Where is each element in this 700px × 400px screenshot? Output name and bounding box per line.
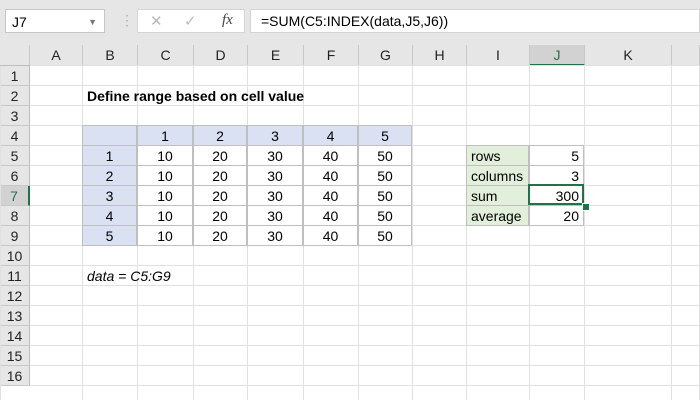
column-header-A[interactable]: A [30, 45, 83, 66]
fx-icon[interactable]: fx [222, 12, 233, 29]
column-header-G[interactable]: G [359, 45, 413, 66]
table-cell[interactable]: 50 [358, 225, 412, 246]
row-header-7[interactable]: 7 [0, 186, 30, 206]
gridline-v [529, 66, 530, 400]
table-cell[interactable]: 10 [137, 225, 193, 246]
select-all-corner[interactable] [0, 45, 30, 66]
gridline-h [30, 65, 700, 66]
column-header-I[interactable]: I [467, 45, 530, 66]
row-header-16[interactable]: 16 [0, 366, 30, 386]
column-header-J[interactable]: J [530, 45, 585, 66]
row-header-3[interactable]: 3 [0, 106, 30, 126]
table-row-header[interactable]: 3 [82, 185, 137, 206]
row-header-6[interactable]: 6 [0, 166, 30, 186]
table-cell[interactable]: 30 [247, 165, 303, 186]
table-col-header[interactable]: 3 [247, 125, 303, 146]
gridline-v [671, 66, 672, 400]
table-cell[interactable]: 40 [303, 165, 358, 186]
table-cell[interactable]: 30 [247, 225, 303, 246]
row-header-14[interactable]: 14 [0, 326, 30, 346]
table-cell[interactable]: 20 [193, 185, 247, 206]
table-row-header[interactable]: 4 [82, 205, 137, 226]
named-range-note: data = C5:G9 [87, 268, 171, 284]
table-cell[interactable]: 30 [247, 185, 303, 206]
table-row-header[interactable]: 5 [82, 225, 137, 246]
row-header-10[interactable]: 10 [0, 246, 30, 266]
table-cell[interactable]: 10 [137, 185, 193, 206]
column-header-B[interactable]: B [83, 45, 138, 66]
table-cell[interactable]: 20 [193, 145, 247, 166]
gridline-v [584, 66, 585, 400]
table-row-header[interactable]: 2 [82, 165, 137, 186]
row-header-5[interactable]: 5 [0, 146, 30, 166]
summary-label[interactable]: columns [466, 165, 529, 186]
table-cell[interactable]: 20 [193, 205, 247, 226]
table-cell[interactable]: 50 [358, 185, 412, 206]
column-header-E[interactable]: E [248, 45, 304, 66]
column-header-H[interactable]: H [413, 45, 467, 66]
table-cell[interactable]: 10 [137, 145, 193, 166]
table-cell[interactable]: 30 [247, 205, 303, 226]
table-cell[interactable]: 40 [303, 145, 358, 166]
column-header-D[interactable]: D [194, 45, 248, 66]
column-header-F[interactable]: F [304, 45, 359, 66]
column-header-blank [672, 45, 700, 66]
summary-value[interactable]: 3 [529, 165, 584, 186]
table-col-header[interactable]: 4 [303, 125, 358, 146]
table-cell[interactable]: 30 [247, 145, 303, 166]
summary-value[interactable]: 20 [529, 205, 584, 226]
formula-buttons: ✕ ✓ fx [137, 9, 245, 33]
chevron-down-icon[interactable]: ▼ [88, 10, 97, 34]
table-cell[interactable]: 20 [193, 165, 247, 186]
row-header-2[interactable]: 2 [0, 86, 30, 106]
summary-label[interactable]: average [466, 205, 529, 226]
row-header-12[interactable]: 12 [0, 286, 30, 306]
row-header-8[interactable]: 8 [0, 206, 30, 226]
row-header-1[interactable]: 1 [0, 66, 30, 86]
drag-handle-icon[interactable]: ⋮ [120, 12, 134, 29]
table-cell[interactable]: 50 [358, 145, 412, 166]
row-header-11[interactable]: 11 [0, 266, 30, 286]
table-cell[interactable]: 20 [193, 225, 247, 246]
gridline-h [30, 305, 700, 306]
table-cell[interactable]: 40 [303, 185, 358, 206]
table-col-header[interactable]: 2 [193, 125, 247, 146]
table-col-header[interactable]: 5 [358, 125, 412, 146]
row-header-15[interactable]: 15 [0, 346, 30, 366]
gridline-v [412, 66, 413, 400]
row-header-9[interactable]: 9 [0, 226, 30, 246]
gridline-h [30, 385, 700, 386]
table-corner[interactable] [82, 125, 137, 146]
gridline-h [30, 325, 700, 326]
toolbar: J7 ▼ ⋮ ✕ ✓ fx =SUM(C5:INDEX(data,J5,J6)) [0, 0, 700, 45]
summary-value[interactable]: 5 [529, 145, 584, 166]
fill-handle[interactable] [582, 203, 590, 211]
gridline-h [30, 365, 700, 366]
table-cell[interactable]: 10 [137, 205, 193, 226]
table-cell[interactable]: 50 [358, 165, 412, 186]
cancel-icon[interactable]: ✕ [150, 12, 163, 30]
row-header-13[interactable]: 13 [0, 306, 30, 326]
table-row-header[interactable]: 1 [82, 145, 137, 166]
table-cell[interactable]: 50 [358, 205, 412, 226]
name-box[interactable]: J7 ▼ [5, 9, 105, 33]
row-header-4[interactable]: 4 [0, 126, 30, 146]
active-cell-border[interactable] [528, 184, 584, 205]
enter-icon[interactable]: ✓ [184, 12, 197, 30]
table-col-header[interactable]: 1 [137, 125, 193, 146]
column-header-K[interactable]: K [585, 45, 672, 66]
column-header-C[interactable]: C [138, 45, 194, 66]
table-cell[interactable]: 40 [303, 225, 358, 246]
title: Define range based on cell value [87, 88, 305, 104]
formula-input[interactable]: =SUM(C5:INDEX(data,J5,J6)) [250, 9, 700, 33]
gridline-v [466, 66, 467, 400]
gridline-h [30, 345, 700, 346]
table-cell[interactable]: 40 [303, 205, 358, 226]
summary-label[interactable]: sum [466, 185, 529, 206]
gridline-v [0, 66, 1, 400]
table-cell[interactable]: 10 [137, 165, 193, 186]
summary-label[interactable]: rows [466, 145, 529, 166]
